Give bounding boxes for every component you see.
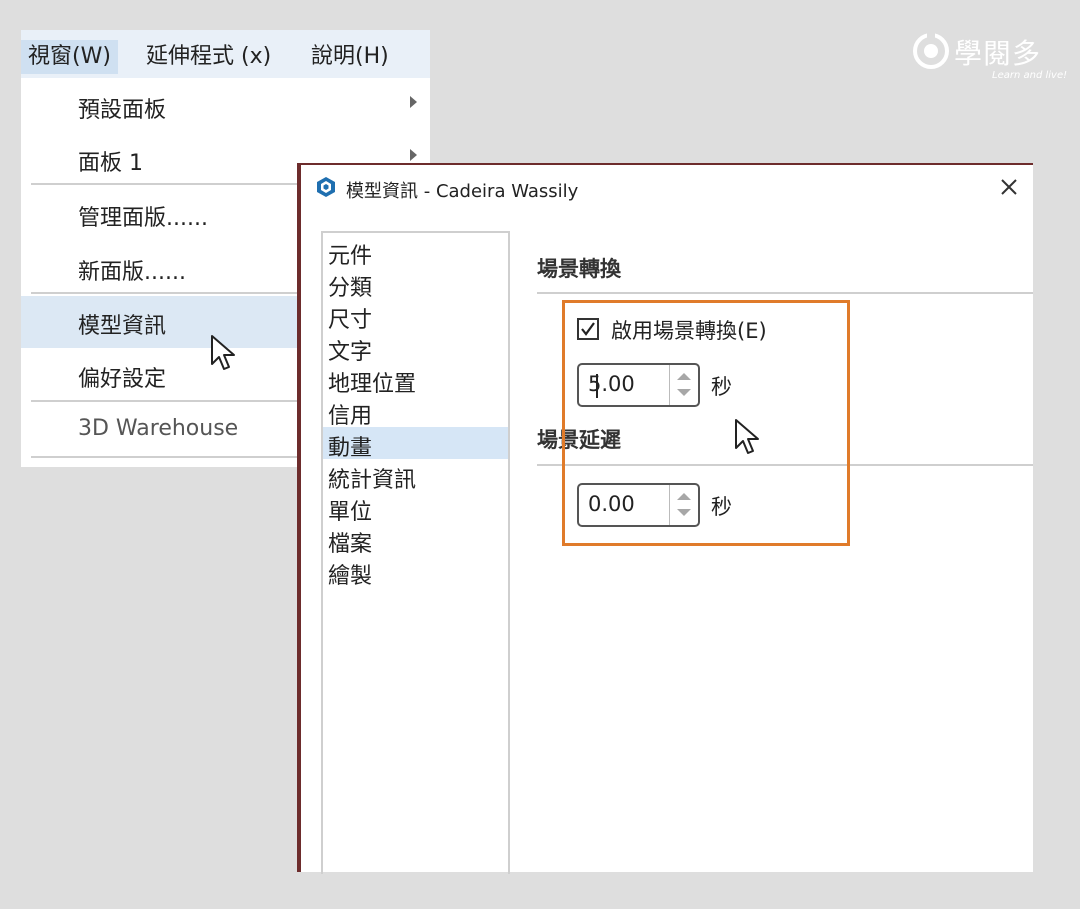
menu-bar: 視窗(W) 延伸程式 (x) 說明(H) — [21, 30, 430, 78]
submenu-arrow-icon — [410, 96, 417, 108]
category-item-components[interactable]: 元件 — [323, 235, 508, 269]
category-item-label: 元件 — [328, 244, 373, 269]
brand-name: 學閱多 — [954, 37, 1042, 70]
category-item-rendering[interactable]: 繪製 — [323, 555, 508, 589]
menu-extensions[interactable]: 延伸程式 (x) — [139, 40, 278, 74]
category-item-label: 文字 — [328, 340, 373, 365]
menu-item-label: 管理面版...... — [78, 206, 208, 231]
brand-logo: 學閱多 Learn and live! — [912, 30, 1072, 85]
model-info-dialog: 模型資訊 - Cadeira Wassily 元件 分類 尺寸 文字 地理位置 … — [297, 163, 1033, 874]
category-item-label: 動畫 — [328, 436, 373, 461]
category-item-units[interactable]: 單位 — [323, 491, 508, 525]
category-item-dimensions[interactable]: 尺寸 — [323, 299, 508, 333]
category-item-credits[interactable]: 信用 — [323, 395, 508, 429]
brand-tagline: Learn and live! — [992, 70, 1068, 81]
menu-item-label: 新面版...... — [78, 260, 186, 285]
mouse-cursor-icon — [211, 335, 235, 370]
category-item-label: 地理位置 — [328, 372, 417, 397]
category-item-label: 檔案 — [328, 532, 373, 557]
category-item-label: 尺寸 — [328, 308, 373, 333]
menu-item-default-tray[interactable]: 預設面板 — [21, 80, 430, 132]
category-item-label: 繪製 — [328, 564, 373, 589]
category-item-geo-location[interactable]: 地理位置 — [323, 363, 508, 397]
category-item-label: 信用 — [328, 404, 373, 429]
logo-mark-icon — [913, 32, 949, 69]
category-item-statistics[interactable]: 統計資訊 — [323, 459, 508, 493]
menu-item-label: 模型資訊 — [78, 314, 167, 339]
section-divider — [537, 292, 1033, 294]
category-item-classifications[interactable]: 分類 — [323, 267, 508, 301]
category-list: 元件 分類 尺寸 文字 地理位置 信用 動畫 統計資訊 單位 檔案 繪製 — [321, 231, 510, 874]
category-item-label: 單位 — [328, 500, 373, 525]
submenu-arrow-icon — [410, 149, 417, 161]
menu-window[interactable]: 視窗(W) — [21, 40, 118, 74]
category-item-animation[interactable]: 動畫 — [323, 427, 508, 461]
mouse-cursor-icon — [735, 419, 759, 454]
scene-transitions-heading: 場景轉換 — [537, 257, 621, 281]
sketchup-icon — [317, 177, 335, 197]
menu-item-label: 偏好設定 — [78, 367, 167, 392]
menu-item-label: 預設面板 — [78, 98, 167, 123]
category-item-file[interactable]: 檔案 — [323, 523, 508, 557]
category-item-text[interactable]: 文字 — [323, 331, 508, 365]
menu-help[interactable]: 說明(H) — [304, 40, 396, 74]
menu-item-label: 面板 1 — [78, 151, 143, 176]
dialog-titlebar: 模型資訊 - Cadeira Wassily — [301, 165, 1033, 211]
category-item-label: 分類 — [328, 276, 373, 301]
highlight-frame — [562, 300, 850, 546]
category-item-label: 統計資訊 — [328, 468, 417, 493]
close-icon[interactable] — [995, 173, 1023, 201]
menu-item-label: 3D Warehouse — [78, 416, 239, 441]
dialog-title: 模型資訊 - Cadeira Wassily — [346, 181, 579, 202]
